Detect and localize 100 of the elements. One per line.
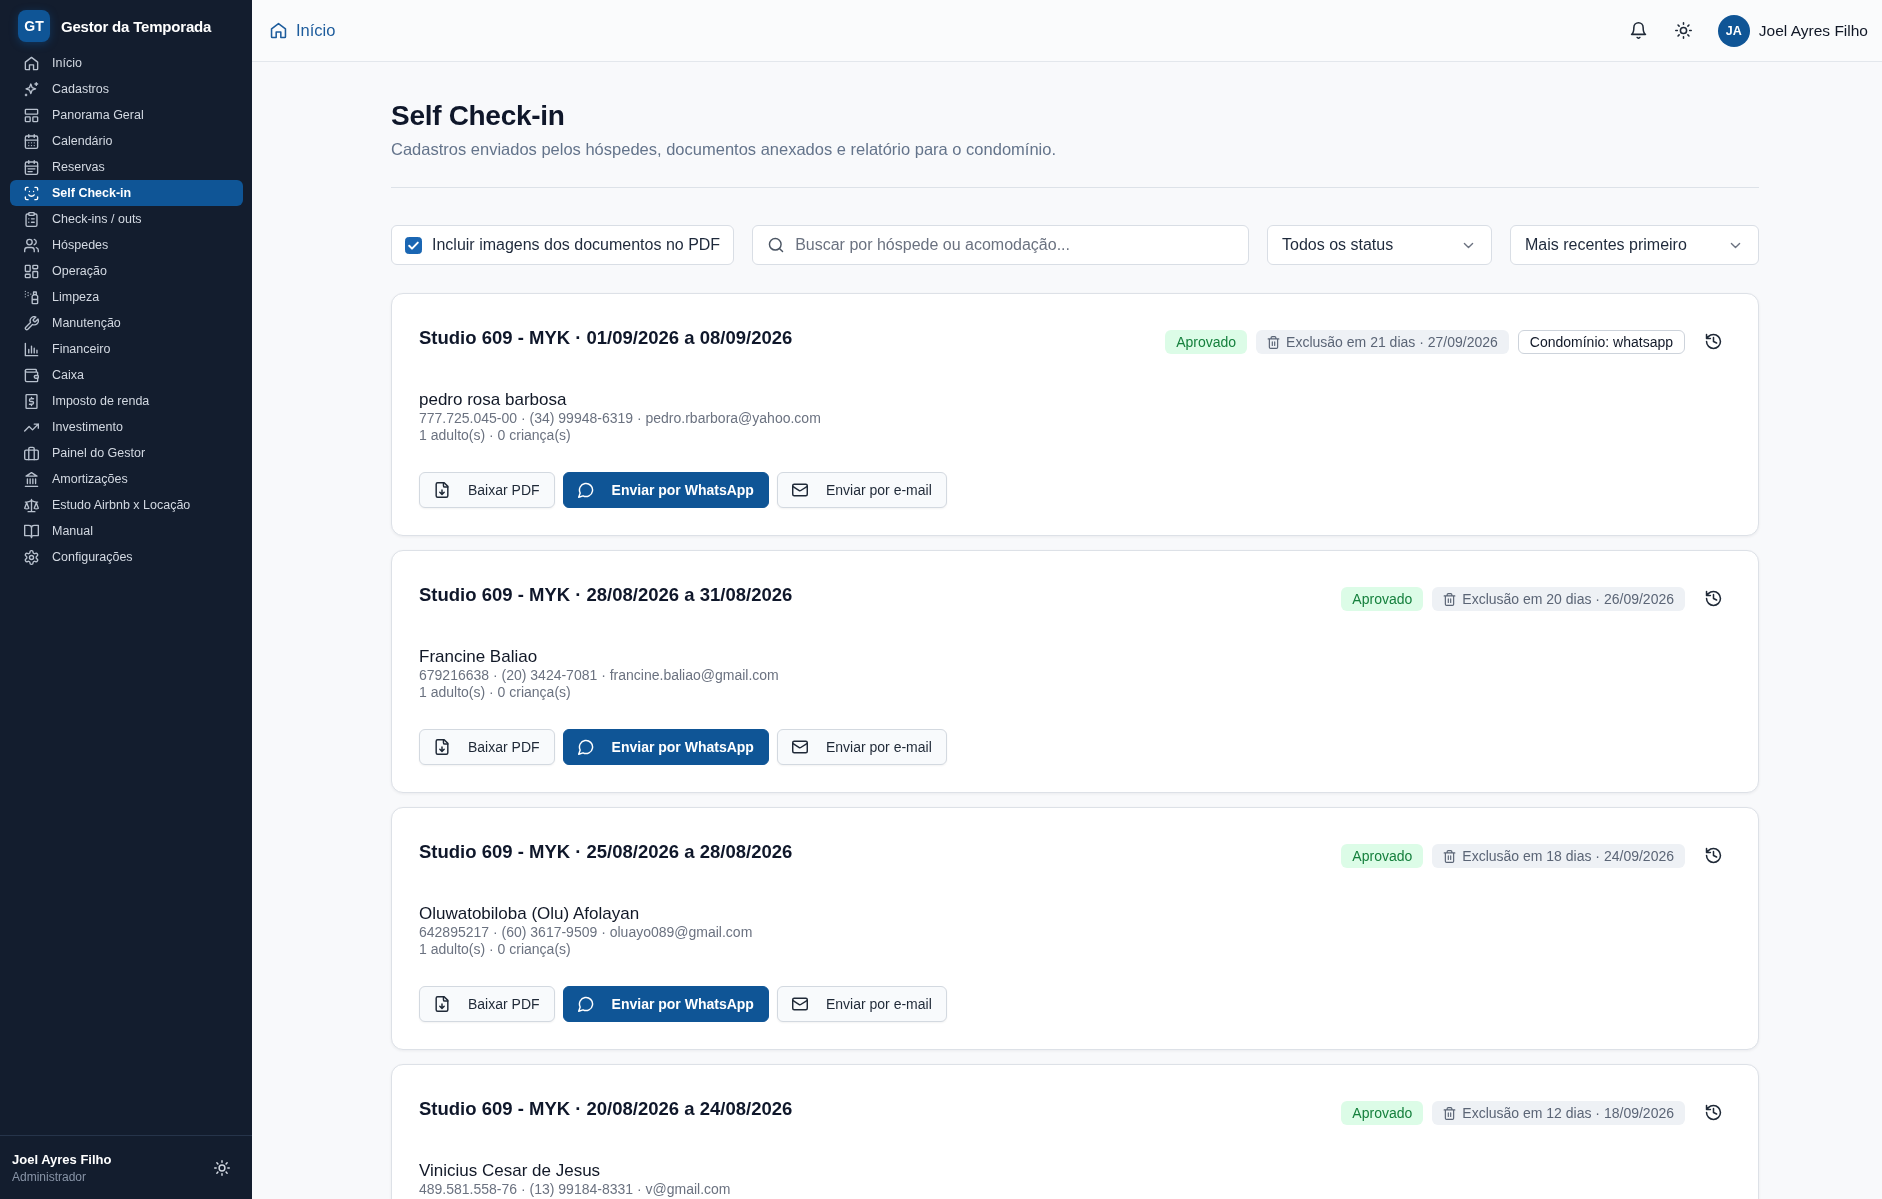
trash-icon xyxy=(1443,592,1457,606)
sidebar-item[interactable]: Reservas xyxy=(10,154,243,180)
sun-icon xyxy=(214,1159,230,1176)
sidebar-item[interactable]: Caixa xyxy=(10,362,243,388)
sidebar-item[interactable]: Painel do Gestor xyxy=(10,440,243,466)
breadcrumb-link[interactable]: Início xyxy=(270,21,336,40)
chat-bubble-icon xyxy=(577,739,594,755)
download-pdf-button[interactable]: Baixar PDF xyxy=(419,472,555,508)
sidebar-item[interactable]: Limpeza xyxy=(10,284,243,310)
mail-icon xyxy=(791,739,808,755)
status-badge: Aprovado xyxy=(1165,330,1248,354)
sidebar-item[interactable]: Manutenção xyxy=(10,310,243,336)
email-button[interactable]: Enviar por e-mail xyxy=(776,986,947,1022)
email-button[interactable]: Enviar por e-mail xyxy=(776,472,947,508)
user-name: Joel Ayres Filho xyxy=(12,1151,112,1167)
booking-title: Studio 609 - MYK · 25/08/2026 a 28/08/2026 xyxy=(419,840,793,864)
download-pdf-button[interactable]: Baixar PDF xyxy=(419,986,555,1022)
wrench-icon xyxy=(24,315,39,331)
chat-bubble-icon xyxy=(577,996,594,1012)
deletion-date-badge: Exclusão em 12 dias · 18/09/2026 xyxy=(1432,1101,1685,1125)
sidebar-item[interactable]: Panorama Geral xyxy=(10,102,243,128)
book-icon xyxy=(24,523,39,539)
booking-title: Studio 609 - MYK · 01/09/2026 a 08/09/2026 xyxy=(419,326,793,350)
sort-order-select[interactable]: Mais recentes primeiro xyxy=(1510,225,1759,265)
app-logo[interactable]: GT xyxy=(18,10,50,42)
whatsapp-button[interactable]: Enviar por WhatsApp xyxy=(562,986,769,1022)
file-download-icon xyxy=(434,482,450,498)
sidebar-item[interactable]: Financeiro xyxy=(10,336,243,362)
whatsapp-button[interactable]: Enviar por WhatsApp xyxy=(562,729,769,765)
guest-name: Oluwatobiloba (Olu) Afolayan xyxy=(419,904,641,924)
trash-icon xyxy=(1443,1106,1457,1120)
status-badge: Aprovado xyxy=(1341,844,1424,868)
scale-icon xyxy=(24,497,39,513)
spray-bottle-icon xyxy=(24,289,39,305)
face-scan-icon xyxy=(24,185,39,201)
history-icon xyxy=(1704,332,1722,350)
chat-bubble-icon xyxy=(577,482,594,498)
user-avatar[interactable]: JA xyxy=(1717,14,1750,47)
guest-contact: 642895217 · (60) 3617-9509 · oluayo089@gmail.com xyxy=(419,924,754,941)
search-icon xyxy=(768,237,785,253)
sun-icon xyxy=(1675,22,1693,39)
sidebar-item[interactable]: Check-ins / outs xyxy=(10,206,243,232)
deletion-date-badge: Exclusão em 20 dias · 26/09/2026 xyxy=(1432,587,1685,611)
app-title: Gestor da Temporada xyxy=(61,17,212,35)
checkbox[interactable] xyxy=(405,236,422,254)
mail-icon xyxy=(791,482,808,498)
booking-title: Studio 609 - MYK · 20/08/2026 a 24/08/2026 xyxy=(419,1097,793,1121)
grid-icon xyxy=(24,263,39,279)
home-icon xyxy=(270,22,287,39)
file-download-icon xyxy=(434,739,450,755)
sidebar-item[interactable]: Estudo Airbnb x Locação xyxy=(10,492,243,518)
history-icon xyxy=(1704,1103,1722,1121)
sparkles-icon xyxy=(24,81,39,97)
page-title: Self Check-in xyxy=(391,99,566,133)
condominium-badge: Condomínio: whatsapp xyxy=(1517,330,1685,354)
sidebar-item[interactable]: Calendário xyxy=(10,128,243,154)
bar-chart-icon xyxy=(24,341,39,357)
settings-icon xyxy=(24,549,39,565)
sidebar-item[interactable]: Self Check-in xyxy=(10,180,243,206)
calendar-icon xyxy=(24,133,39,149)
guest-count: 1 adulto(s) · 0 criança(s) xyxy=(419,684,572,701)
sidebar-item[interactable]: Cadastros xyxy=(10,76,243,102)
bell-icon xyxy=(1630,22,1648,39)
bank-icon xyxy=(24,471,39,487)
guest-contact: 679216638 · (20) 3424-7081 · francine.baliao@gmail.com xyxy=(419,667,780,684)
sidebar-item[interactable]: Hóspedes xyxy=(10,232,243,258)
guest-contact: 777.725.045-00 · (34) 99948-6319 · pedro.rbarbora@yahoo.com xyxy=(419,410,822,427)
sidebar-item[interactable]: Imposto de renda xyxy=(10,388,243,414)
guest-name: Francine Baliao xyxy=(419,647,539,667)
search-field[interactable]: Buscar por hóspede ou acomodação... xyxy=(752,225,1249,265)
calendar-icon xyxy=(24,159,39,175)
trash-icon xyxy=(1443,849,1457,863)
sidebar-item[interactable]: Início xyxy=(10,50,243,76)
sidebar-item[interactable]: Manual xyxy=(10,518,243,544)
briefcase-icon xyxy=(24,445,39,461)
include-images-option[interactable]: Incluir imagens dos documentos no PDF xyxy=(391,225,735,265)
sidebar-item[interactable]: Operação xyxy=(10,258,243,284)
layout-icon xyxy=(24,107,39,123)
deletion-date-badge: Exclusão em 21 dias · 27/09/2026 xyxy=(1256,330,1509,354)
deletion-date-badge: Exclusão em 18 dias · 24/09/2026 xyxy=(1432,844,1685,868)
sidebar-item[interactable]: Configurações xyxy=(10,544,243,570)
home-icon xyxy=(24,55,39,71)
whatsapp-button[interactable]: Enviar por WhatsApp xyxy=(562,472,769,508)
guest-name: Vinicius Cesar de Jesus xyxy=(419,1161,602,1181)
mail-icon xyxy=(791,996,808,1012)
status-badge: Aprovado xyxy=(1341,1101,1424,1125)
user-role: Administrador xyxy=(12,1169,88,1184)
sidebar-item[interactable]: Amortizações xyxy=(10,466,243,492)
file-download-icon xyxy=(434,996,450,1012)
users-icon xyxy=(24,237,39,253)
status-filter-select[interactable]: Todos os status xyxy=(1267,225,1492,265)
download-pdf-button[interactable]: Baixar PDF xyxy=(419,729,555,765)
email-button[interactable]: Enviar por e-mail xyxy=(776,729,947,765)
history-icon xyxy=(1704,846,1722,864)
user-name: Joel Ayres Filho xyxy=(1758,21,1868,40)
sidebar-item[interactable]: Investimento xyxy=(10,414,243,440)
guest-name: pedro rosa barbosa xyxy=(419,390,568,410)
guest-contact: 489.581.558-76 · (13) 99184-8331 · v@gmail.com xyxy=(419,1181,732,1198)
theme-toggle[interactable] xyxy=(214,1159,230,1176)
booking-title: Studio 609 - MYK · 28/08/2026 a 31/08/2026 xyxy=(419,583,793,607)
